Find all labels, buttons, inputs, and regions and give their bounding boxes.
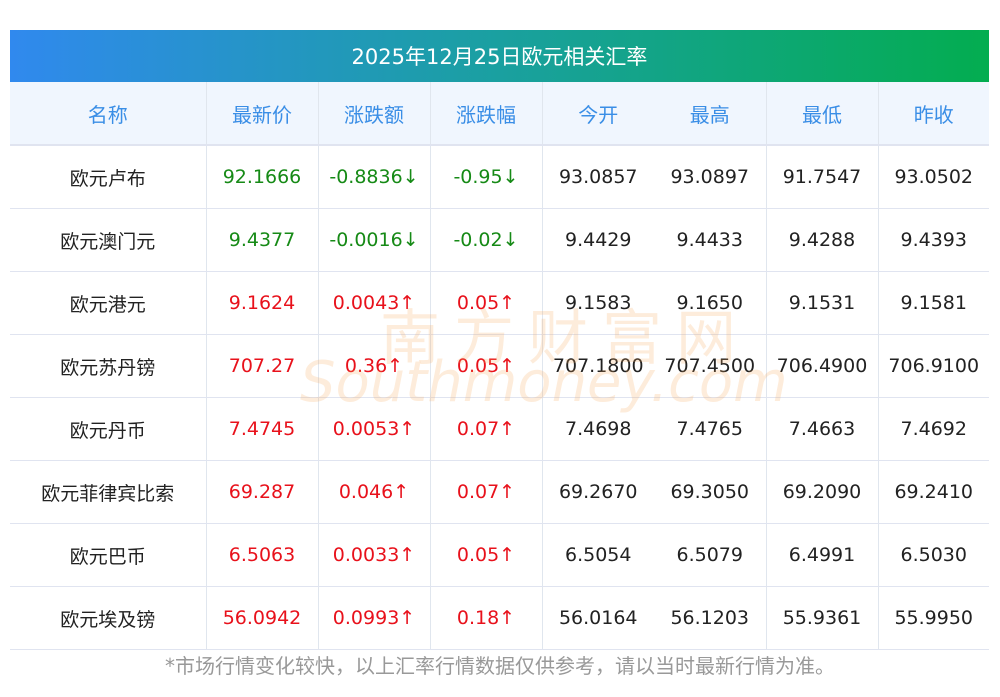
rate-cell: 707.4500 bbox=[654, 334, 767, 398]
rate-cell: 0.07↑ bbox=[430, 460, 543, 524]
rate-cell: 0.0033↑ bbox=[318, 523, 431, 587]
rate-cell: 9.4433 bbox=[654, 208, 767, 272]
rate-cell: 6.5079 bbox=[654, 523, 767, 587]
rate-cell: 55.9950 bbox=[878, 586, 989, 650]
rate-cell: 56.0942 bbox=[206, 586, 319, 650]
rate-cell: 0.05↑ bbox=[430, 334, 543, 398]
rate-cell: 9.4429 bbox=[542, 208, 654, 272]
rate-cell: 9.1624 bbox=[206, 271, 319, 335]
rate-cell: 0.05↑ bbox=[430, 271, 543, 335]
rate-cell: 0.05↑ bbox=[430, 523, 543, 587]
currency-name: 欧元苏丹镑 bbox=[10, 334, 207, 398]
rate-cell: 7.4745 bbox=[206, 397, 319, 461]
table-row: 欧元菲律宾比索 69.287 0.046↑ 0.07↑ 69.2670 69.3050 69… bbox=[10, 460, 989, 524]
column-header: 涨跌幅 bbox=[430, 82, 543, 146]
rate-cell: 6.5063 bbox=[206, 523, 319, 587]
rate-cell: 69.2410 bbox=[878, 460, 989, 524]
currency-name: 欧元埃及镑 bbox=[10, 586, 207, 650]
rate-cell: -0.02↓ bbox=[430, 208, 543, 272]
rate-cell: 0.36↑ bbox=[318, 334, 431, 398]
rate-cell: 7.4765 bbox=[654, 397, 767, 461]
rate-cell: 69.2090 bbox=[766, 460, 879, 524]
rate-cell: 93.0857 bbox=[542, 145, 654, 209]
rate-cell: 93.0502 bbox=[878, 145, 989, 209]
currency-name: 欧元丹币 bbox=[10, 397, 207, 461]
column-header: 昨收 bbox=[878, 82, 989, 146]
rate-cell: 93.0897 bbox=[654, 145, 767, 209]
rate-cell: 6.4991 bbox=[766, 523, 879, 587]
currency-name: 欧元澳门元 bbox=[10, 208, 207, 272]
table-row: 欧元埃及镑 56.0942 0.0993↑ 0.18↑ 56.0164 56.1203 55… bbox=[10, 586, 989, 650]
column-header: 今开 bbox=[542, 82, 654, 146]
rate-cell: 9.1581 bbox=[878, 271, 989, 335]
rate-cell: 707.1800 bbox=[542, 334, 654, 398]
rate-cell: 6.5030 bbox=[878, 523, 989, 587]
rate-cell: 9.4377 bbox=[206, 208, 319, 272]
rate-cell: 0.0993↑ bbox=[318, 586, 431, 650]
rate-cell: 56.1203 bbox=[654, 586, 767, 650]
rate-cell: 92.1666 bbox=[206, 145, 319, 209]
rate-cell: 7.4663 bbox=[766, 397, 879, 461]
exchange-rate-table: 名称 最新价 涨跌额 涨跌幅 今开 最高 最低 昨收 欧元卢布 92.1666 -0.8836↓ -… bbox=[10, 82, 989, 650]
rate-cell: 0.0053↑ bbox=[318, 397, 431, 461]
rate-cell: 9.1583 bbox=[542, 271, 654, 335]
rate-cell: 9.1531 bbox=[766, 271, 879, 335]
rate-cell: -0.8836↓ bbox=[318, 145, 431, 209]
table-row: 欧元卢布 92.1666 -0.8836↓ -0.95↓ 93.0857 93.0897 9… bbox=[10, 145, 989, 209]
rate-cell: 706.4900 bbox=[766, 334, 879, 398]
rate-cell: 91.7547 bbox=[766, 145, 879, 209]
rate-cell: 6.5054 bbox=[542, 523, 654, 587]
rate-cell: 0.18↑ bbox=[430, 586, 543, 650]
column-header: 最高 bbox=[654, 82, 767, 146]
currency-name: 欧元卢布 bbox=[10, 145, 207, 209]
rate-cell: 0.07↑ bbox=[430, 397, 543, 461]
table-row: 欧元丹币 7.4745 0.0053↑ 0.07↑ 7.4698 7.4765 7.4663… bbox=[10, 397, 989, 461]
column-header: 最低 bbox=[766, 82, 879, 146]
rate-cell: -0.0016↓ bbox=[318, 208, 431, 272]
rate-cell: 706.9100 bbox=[878, 334, 989, 398]
page-title: 2025年12月25日欧元相关汇率 bbox=[10, 30, 989, 82]
rate-cell: 0.0043↑ bbox=[318, 271, 431, 335]
column-header: 最新价 bbox=[206, 82, 319, 146]
table-row: 欧元港元 9.1624 0.0043↑ 0.05↑ 9.1583 9.1650 9.1531… bbox=[10, 271, 989, 335]
rate-cell: 7.4692 bbox=[878, 397, 989, 461]
rate-cell: 7.4698 bbox=[542, 397, 654, 461]
table-row: 欧元巴币 6.5063 0.0033↑ 0.05↑ 6.5054 6.5079 6.4991… bbox=[10, 523, 989, 587]
currency-name: 欧元巴币 bbox=[10, 523, 207, 587]
rate-cell: 9.4393 bbox=[878, 208, 989, 272]
rate-cell: 69.2670 bbox=[542, 460, 654, 524]
rate-cell: 56.0164 bbox=[542, 586, 654, 650]
table-header-row: 名称 最新价 涨跌额 涨跌幅 今开 最高 最低 昨收 bbox=[10, 82, 989, 146]
disclaimer-note: *市场行情变化较快，以上汇率行情数据仅供参考，请以当时最新行情为准。 bbox=[165, 654, 835, 678]
column-header: 涨跌额 bbox=[318, 82, 431, 146]
rate-cell: 707.27 bbox=[206, 334, 319, 398]
rate-cell: 0.046↑ bbox=[318, 460, 431, 524]
rate-cell: 9.1650 bbox=[654, 271, 767, 335]
rate-cell: 55.9361 bbox=[766, 586, 879, 650]
currency-name: 欧元港元 bbox=[10, 271, 207, 335]
rate-cell: 9.4288 bbox=[766, 208, 879, 272]
table-row: 欧元澳门元 9.4377 -0.0016↓ -0.02↓ 9.4429 9.4433 9.4… bbox=[10, 208, 989, 272]
currency-name: 欧元菲律宾比索 bbox=[10, 460, 207, 524]
rate-cell: -0.95↓ bbox=[430, 145, 543, 209]
column-header: 名称 bbox=[10, 82, 207, 146]
table-row: 欧元苏丹镑 707.27 0.36↑ 0.05↑ 707.1800 707.4500 706… bbox=[10, 334, 989, 398]
rate-cell: 69.287 bbox=[206, 460, 319, 524]
rate-cell: 69.3050 bbox=[654, 460, 767, 524]
